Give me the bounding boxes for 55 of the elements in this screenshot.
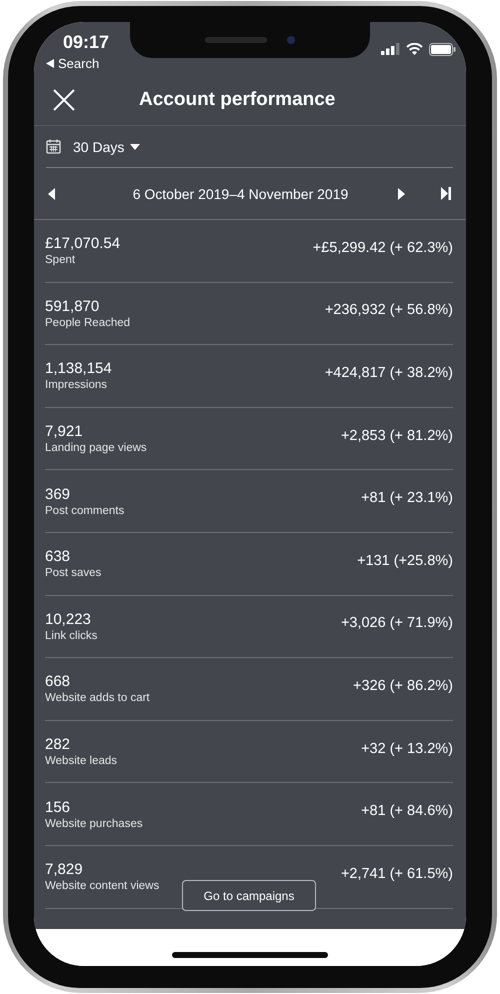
metric-change: +32 (+ 13.2%) [361, 740, 453, 759]
metric-label: Impressions [45, 379, 108, 392]
metric-change: +2,853 (+ 81.2%) [340, 428, 453, 446]
metric-value: 156 [45, 798, 72, 816]
skip-to-end-icon [441, 187, 451, 200]
metric-value: 638 [45, 548, 72, 566]
metric-change: +326 (+ 86.2%) [353, 678, 453, 696]
metric-label: People Reached [45, 316, 130, 329]
metric-change: +236,932 (+ 56.8%) [324, 302, 453, 320]
metric-label: Website leads [45, 755, 118, 768]
caret-icon [130, 144, 140, 150]
metric-value: 7,921 [45, 423, 84, 440]
close-button[interactable] [53, 89, 75, 111]
metric-value: 591,870 [45, 298, 100, 315]
close-icon [53, 89, 75, 111]
metric-change: +3,026 (+ 71.9%) [340, 615, 453, 634]
back-link[interactable]: Search [46, 56, 110, 71]
metric-value: 7,829 [45, 861, 84, 878]
metric-label: Link clicks [45, 630, 98, 642]
metric-value: 369 [45, 486, 72, 503]
metric-value: 668 [45, 673, 72, 690]
screen-title: Account performance [139, 89, 336, 111]
metric-label: Website purchases [45, 818, 143, 830]
metric-change: +131 (+25.8%) [357, 552, 453, 571]
metric-label: Post comments [45, 504, 124, 517]
camera-dot [287, 36, 295, 44]
metric-change: +£5,299.42 (+ 62.3%) [312, 240, 453, 258]
metric-label: Landing page views [45, 442, 147, 454]
metric-value: 282 [45, 736, 72, 754]
metric-change: +81 (+ 23.1%) [361, 490, 453, 508]
back-triangle-icon [46, 59, 54, 68]
metric-value: 1,138,154 [45, 360, 112, 378]
wifi-icon [406, 43, 423, 55]
metric-change: +424,817 (+ 38.2%) [324, 364, 453, 383]
skip-to-end-button[interactable] [441, 187, 451, 200]
battery-icon [429, 42, 456, 56]
previous-button[interactable] [48, 188, 55, 200]
next-button[interactable] [398, 188, 405, 200]
metric-value: £17,070.54 [45, 235, 120, 252]
metric-value: 10,223 [45, 610, 92, 628]
period-dropdown[interactable]: 30 Days [73, 138, 140, 154]
metric-change: +2,741 (+ 61.5%) [340, 866, 453, 884]
metric-label: Website content views [45, 880, 160, 892]
calendar-icon [46, 139, 61, 154]
metric-label: Post saves [45, 567, 102, 580]
date-range: 6 October 2019–4 November 2019 [132, 186, 350, 202]
signal-icon [381, 43, 400, 55]
metric-label: Website adds to cart [45, 692, 150, 704]
left-triangle-icon [48, 188, 55, 200]
right-triangle-icon [398, 188, 405, 200]
metric-change: +81 (+ 84.6%) [361, 803, 453, 822]
metric-label: Spent [45, 254, 76, 266]
status-time: 09:17 [62, 32, 110, 53]
speaker-grille [205, 37, 267, 43]
go-to-campaigns-button[interactable]: Go to campaigns [182, 880, 316, 911]
